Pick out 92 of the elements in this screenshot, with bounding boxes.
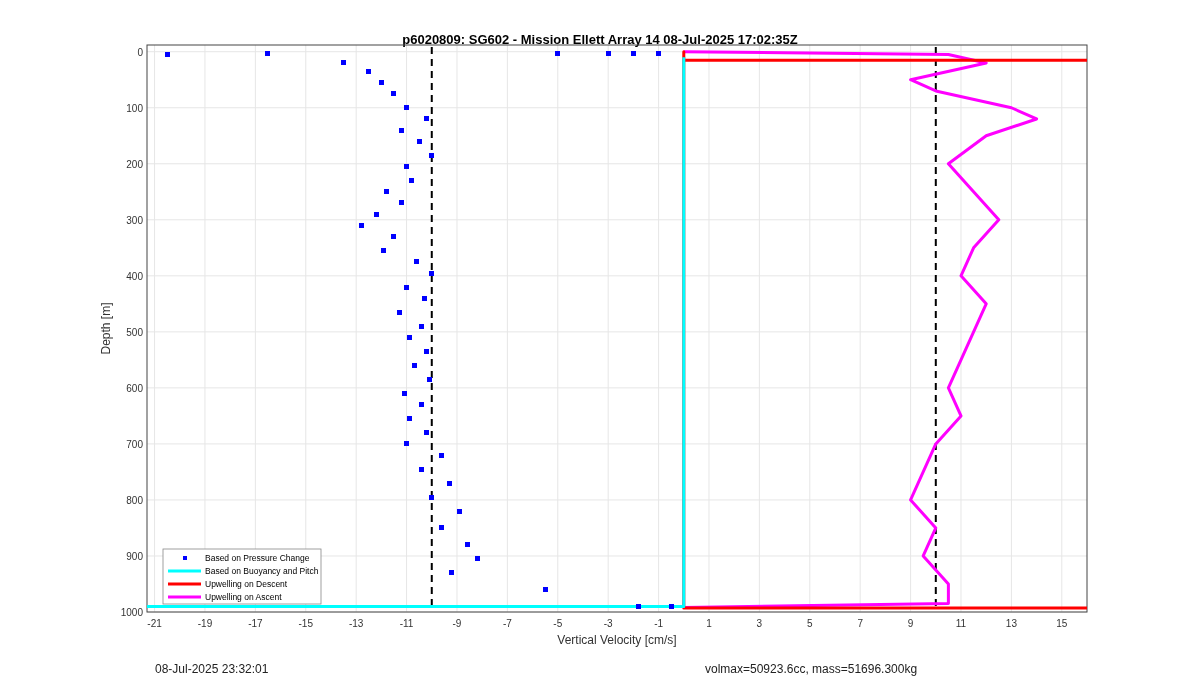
data-point — [429, 270, 435, 276]
y-tick-label: 800 — [126, 494, 143, 506]
data-point — [406, 334, 412, 340]
x-tick-label: 7 — [857, 618, 863, 629]
x-tick-label: 3 — [756, 618, 763, 629]
x-tick-label: 1 — [706, 618, 712, 629]
data-point — [424, 348, 430, 354]
data-point — [605, 50, 611, 56]
data-point — [429, 494, 435, 500]
data-point — [404, 164, 410, 170]
data-point — [424, 116, 430, 122]
x-tick-label: 15 — [1056, 618, 1068, 629]
y-tick-label: 900 — [126, 550, 143, 562]
data-point — [449, 570, 455, 576]
data-point — [378, 80, 384, 86]
data-point — [542, 587, 548, 593]
y-axis-label: Depth [m] — [99, 302, 113, 355]
x-tick-label: -11 — [399, 618, 414, 629]
data-point — [421, 295, 427, 301]
data-point — [439, 525, 445, 531]
legend-label: Upwelling on Descent — [205, 579, 288, 589]
y-tick-label: 200 — [126, 158, 143, 170]
y-tick-label: 600 — [126, 382, 143, 394]
x-tick-label: 9 — [907, 618, 914, 629]
data-point — [366, 68, 372, 74]
data-point — [668, 603, 674, 609]
x-tick-label: -7 — [502, 618, 512, 629]
data-point — [373, 211, 379, 217]
data-point — [411, 363, 417, 368]
x-tick-label: -5 — [553, 618, 563, 629]
data-point — [457, 508, 462, 514]
data-point — [419, 323, 425, 329]
y-tick-label: 700 — [126, 438, 143, 450]
y-tick-label: 1000 — [120, 607, 143, 618]
y-tick-label: 0 — [137, 46, 143, 58]
x-tick-label: 13 — [1005, 618, 1017, 629]
legend-label: Upwelling on Ascent — [205, 592, 282, 602]
data-point — [399, 200, 405, 206]
legend-line-icon — [168, 595, 201, 599]
legend-label: Based on Pressure Change — [205, 553, 310, 563]
x-tick-label: 5 — [807, 618, 813, 629]
x-tick-label: -19 — [197, 618, 213, 629]
data-point — [409, 178, 415, 184]
data-point — [381, 248, 387, 254]
x-tick-label: -9 — [452, 618, 462, 629]
data-point — [419, 466, 425, 472]
data-point — [429, 152, 435, 158]
x-tick-label: -1 — [654, 618, 664, 629]
data-point — [464, 542, 470, 548]
data-point — [446, 480, 452, 486]
x-tick-label: -13 — [348, 618, 364, 629]
data-point — [555, 50, 561, 56]
legend-label: Based on Buoyancy and Pitch — [205, 566, 319, 576]
data-point — [391, 234, 397, 240]
data-point — [416, 138, 422, 144]
timestamp-text: 08-Jul-2025 23:32:01 — [155, 661, 270, 678]
data-point — [474, 556, 480, 562]
x-tick-label: -17 — [248, 618, 263, 629]
data-point — [426, 377, 432, 382]
y-tick-label: 500 — [126, 326, 143, 338]
x-axis-label: Vertical Velocity [cm/s] — [557, 633, 677, 647]
data-point — [406, 416, 412, 422]
data-point — [341, 60, 347, 66]
data-point — [358, 222, 364, 228]
legend-line-icon — [168, 582, 201, 586]
data-point — [404, 105, 410, 111]
data-point — [424, 430, 430, 436]
x-tick-label: -3 — [603, 618, 613, 629]
data-point — [391, 91, 397, 97]
data-point — [635, 603, 641, 609]
x-tick-label: -21 — [147, 618, 162, 629]
data-point — [414, 259, 420, 265]
data-point — [404, 284, 410, 290]
x-tick-label: -15 — [298, 618, 313, 629]
data-point — [439, 452, 445, 458]
data-point — [164, 52, 170, 57]
data-point — [401, 391, 407, 396]
data-point — [265, 50, 271, 56]
y-tick-label: 100 — [126, 102, 143, 114]
data-point — [656, 50, 662, 56]
data-point — [404, 441, 410, 447]
data-point — [419, 402, 425, 408]
data-point — [383, 189, 389, 195]
y-tick-label: 400 — [126, 270, 143, 282]
x-tick-label: 11 — [955, 618, 967, 629]
chart-title: p6020809: SG602 - Mission Ellett Array 14 08-Jul-2025 17:02:35Z — [402, 32, 798, 47]
data-point — [396, 309, 402, 315]
data-point — [630, 50, 636, 56]
legend-line-icon — [168, 569, 201, 573]
y-tick-label: 300 — [126, 214, 143, 226]
data-point — [399, 127, 405, 133]
volume-mass-text: volmax=50923.6cc, mass=51696.300kg — [705, 661, 918, 678]
